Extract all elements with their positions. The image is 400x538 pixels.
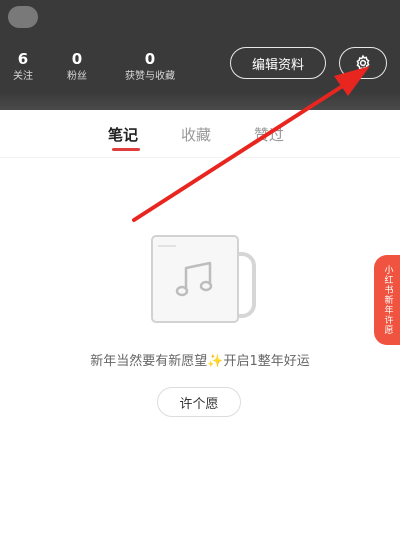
stat-following-value: 6: [17, 50, 29, 68]
stat-followers-label: 粉丝: [67, 71, 87, 82]
gear-icon: [356, 54, 370, 72]
profile-header: 6 关注 0 粉丝 0 获赞与收藏 编辑资料: [0, 0, 400, 110]
edit-profile-button[interactable]: 编辑资料: [230, 47, 326, 79]
empty-state-message: 新年当然要有新愿望✨开启1整年好运: [90, 354, 310, 369]
settings-button[interactable]: [339, 47, 387, 79]
tabs-divider: [0, 157, 400, 158]
tab-collections[interactable]: 收藏: [181, 124, 211, 145]
music-note-icon: [151, 235, 256, 323]
stat-likes-label: 获赞与收藏: [125, 71, 175, 82]
content-tabs: 笔记 收藏 赞过: [0, 112, 400, 154]
new-year-wish-tag[interactable]: 小红书新年许愿: [374, 255, 400, 345]
stat-following[interactable]: 6 关注: [9, 50, 37, 84]
back-chip[interactable]: [8, 6, 38, 28]
stat-followers-value: 0: [71, 50, 83, 68]
stat-following-label: 关注: [13, 71, 33, 82]
stat-followers[interactable]: 0 粉丝: [62, 50, 92, 84]
stat-likes-value: 0: [144, 50, 156, 68]
tab-notes[interactable]: 笔记: [108, 124, 138, 145]
make-wish-button[interactable]: 许个愿: [157, 387, 241, 417]
active-tab-indicator: [112, 148, 140, 151]
tab-liked[interactable]: 赞过: [254, 124, 284, 145]
stat-likes-collects[interactable]: 0 获赞与收藏: [116, 50, 184, 84]
